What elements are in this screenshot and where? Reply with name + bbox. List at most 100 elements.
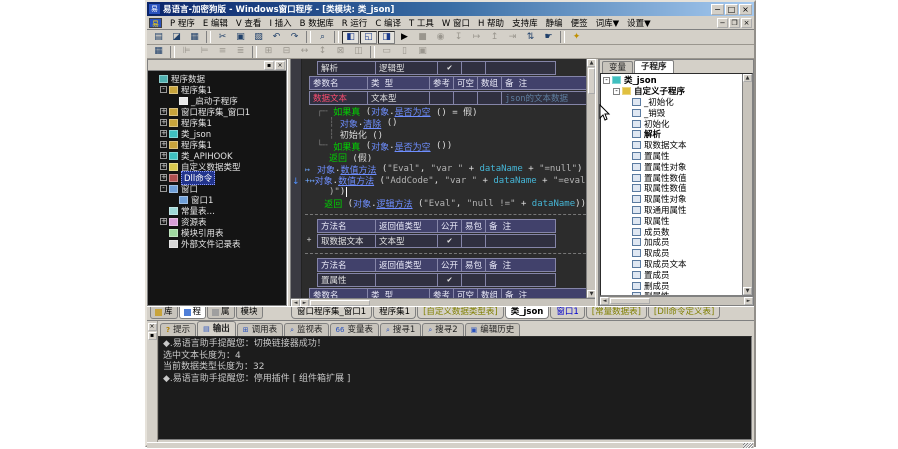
- tree-item[interactable]: 取属性数值: [603, 183, 742, 194]
- expander-icon[interactable]: -: [613, 88, 620, 95]
- run-button[interactable]: ▶: [396, 31, 413, 44]
- tree-item[interactable]: 加成员: [603, 237, 742, 248]
- scroll-thumb[interactable]: [588, 68, 595, 94]
- table-row[interactable]: +取数据文本文本型✔: [305, 234, 586, 249]
- menu-item-[interactable]: 静编: [542, 16, 567, 30]
- tree-item[interactable]: 程序数据: [150, 73, 286, 84]
- row-add-icon[interactable]: +: [305, 234, 313, 246]
- scroll-right-icon[interactable]: ►: [744, 297, 753, 305]
- table-row[interactable]: 参数名类 型参考可空数组备 注: [305, 76, 586, 91]
- table-cell[interactable]: [430, 92, 454, 105]
- table-cell[interactable]: [486, 62, 556, 75]
- expander-icon[interactable]: +: [160, 152, 167, 159]
- layout-left-toggle[interactable]: ◧: [342, 31, 359, 44]
- table-cell[interactable]: 文本型: [368, 92, 430, 105]
- table-cell[interactable]: 数据文本: [310, 92, 368, 105]
- editor-vertical-scrollbar[interactable]: ▲ ▼: [586, 59, 595, 298]
- cut-button[interactable]: ✂: [214, 31, 231, 44]
- table-cell[interactable]: json的文本数据: [502, 92, 587, 105]
- table-header-cell[interactable]: 易包: [462, 219, 486, 232]
- document-tab[interactable]: 窗口程序集_窗口1: [291, 307, 372, 319]
- tree-item[interactable]: 取通用属性: [603, 205, 742, 216]
- output-tab-变量表[interactable]: 66变量表: [330, 323, 379, 336]
- table-cell[interactable]: 逻辑型: [376, 62, 438, 75]
- tree-item[interactable]: _销毁: [603, 107, 742, 118]
- table-cell[interactable]: ✔: [438, 273, 462, 286]
- menu-item-E[interactable]: E 编辑: [199, 16, 232, 30]
- panel-tab-库[interactable]: 库: [150, 307, 178, 319]
- tree-item[interactable]: 取属性对象: [603, 194, 742, 205]
- maximize-button[interactable]: □: [725, 4, 738, 15]
- tree-item[interactable]: 删属性: [603, 291, 742, 295]
- mdi-close-button[interactable]: ×: [741, 18, 752, 28]
- tree-item[interactable]: 初始化: [603, 118, 742, 129]
- tree-item[interactable]: 置属性对象: [603, 161, 742, 172]
- tree-item[interactable]: 常量表…: [150, 205, 286, 216]
- code-line[interactable]: 返回 (对象.逻辑方法 ("Eval", "null !=" + dataNam…: [305, 198, 586, 210]
- tree-item[interactable]: -自定义子程序: [603, 86, 742, 97]
- save-button[interactable]: ▦: [186, 31, 203, 44]
- tree-item[interactable]: +程序集1: [150, 139, 286, 150]
- table-header-cell[interactable]: 备 注: [486, 258, 556, 271]
- menu-item-C[interactable]: C 编译: [371, 16, 405, 30]
- expander-icon[interactable]: +: [160, 163, 167, 170]
- tree-item[interactable]: 外部文件记录表: [150, 238, 286, 249]
- code-editor[interactable]: ↓ 解析逻辑型✔参数名类 型参考可空数组备 注数据文本文本型json的文本数据┌…: [291, 59, 595, 306]
- menu-item-W[interactable]: W 窗口: [438, 16, 474, 30]
- tree-item[interactable]: 取数据文本: [603, 140, 742, 151]
- table-header-cell[interactable]: 类 型: [368, 77, 430, 90]
- mdi-minimize-button[interactable]: −: [717, 18, 728, 28]
- panel-tab-属[interactable]: 属: [207, 307, 235, 319]
- menu-item-B[interactable]: B 数据库: [296, 16, 338, 30]
- document-tab[interactable]: 窗口1: [550, 307, 584, 319]
- tree-item[interactable]: +Dll命令: [150, 172, 286, 183]
- menu-item-[interactable]: 设置▼: [623, 16, 655, 30]
- find-button[interactable]: ⌕: [314, 31, 331, 44]
- tree-item[interactable]: _初始化: [603, 97, 742, 108]
- document-tab[interactable]: [Dll命令定义表]: [648, 307, 720, 319]
- minimize-button[interactable]: −: [711, 4, 724, 15]
- title-bar[interactable]: 易 易语言-加密狗版 - Windows窗口程序 - [类模块: 类_json]…: [147, 2, 754, 16]
- table-header-cell[interactable]: 数组: [478, 77, 502, 90]
- menu-item-[interactable]: 词库▼: [592, 16, 624, 30]
- table-header-cell[interactable]: 返回值类型: [376, 258, 438, 271]
- tree-item[interactable]: 置成员: [603, 269, 742, 280]
- output-tab-搜寻1[interactable]: ⌕搜寻1: [380, 323, 421, 336]
- document-tab[interactable]: 类_json: [505, 307, 550, 319]
- table-header-cell[interactable]: 参考: [430, 288, 454, 298]
- table-row[interactable]: 方法名返回值类型公开易包备 注: [305, 219, 586, 234]
- output-tab-监视表[interactable]: ⌕监视表: [284, 323, 328, 336]
- table-cell[interactable]: [478, 92, 502, 105]
- output-tab-提示[interactable]: ?提示: [160, 323, 196, 336]
- table-header-cell[interactable]: 公开: [438, 219, 462, 232]
- table-row[interactable]: 数据文本文本型 json的文本数据: [305, 91, 586, 106]
- table-header-cell[interactable]: 备 注: [502, 77, 586, 90]
- close-output-button[interactable]: ×: [148, 323, 157, 331]
- menu-item-I[interactable]: I 插入: [265, 16, 295, 30]
- scroll-up-icon[interactable]: ▲: [743, 74, 752, 82]
- tree-item[interactable]: 解析: [603, 129, 742, 140]
- document-tab[interactable]: [常量数据表]: [586, 307, 647, 319]
- table-cell[interactable]: [462, 273, 486, 286]
- tree-item[interactable]: +自定义数据类型: [150, 161, 286, 172]
- copy-button[interactable]: ▣: [232, 31, 249, 44]
- output-tab-输出[interactable]: ▤输出: [197, 321, 236, 336]
- tree-item[interactable]: +类_APIHOOK: [150, 150, 286, 161]
- output-console[interactable]: ◆.易语言助手提醒您：切换链接器成功！选中文本长度为：4当前数据类型长度为：32…: [158, 336, 752, 440]
- table-row[interactable]: 置属性 ✔: [305, 273, 586, 288]
- resize-grip[interactable]: [743, 443, 753, 448]
- panel-pin-button[interactable]: ▪: [264, 61, 274, 70]
- table-header-cell[interactable]: 易包: [462, 258, 486, 271]
- document-tab[interactable]: 程序集1: [373, 307, 416, 319]
- open-button[interactable]: ◪: [168, 31, 185, 44]
- table-row[interactable]: 参数名类 型参考可空数组备 注: [305, 288, 586, 299]
- table-cell[interactable]: 置属性: [318, 273, 376, 286]
- table-header-cell[interactable]: 公开: [438, 258, 462, 271]
- menu-item-R[interactable]: R 运行: [338, 16, 372, 30]
- tree-item[interactable]: 取成员文本: [603, 259, 742, 270]
- menu-item-T[interactable]: T 工具: [405, 16, 438, 30]
- table-row[interactable]: 方法名返回值类型公开易包备 注: [305, 258, 586, 273]
- tree-item[interactable]: +程序集1: [150, 117, 286, 128]
- table-cell[interactable]: [376, 273, 438, 286]
- table-cell[interactable]: [486, 234, 556, 247]
